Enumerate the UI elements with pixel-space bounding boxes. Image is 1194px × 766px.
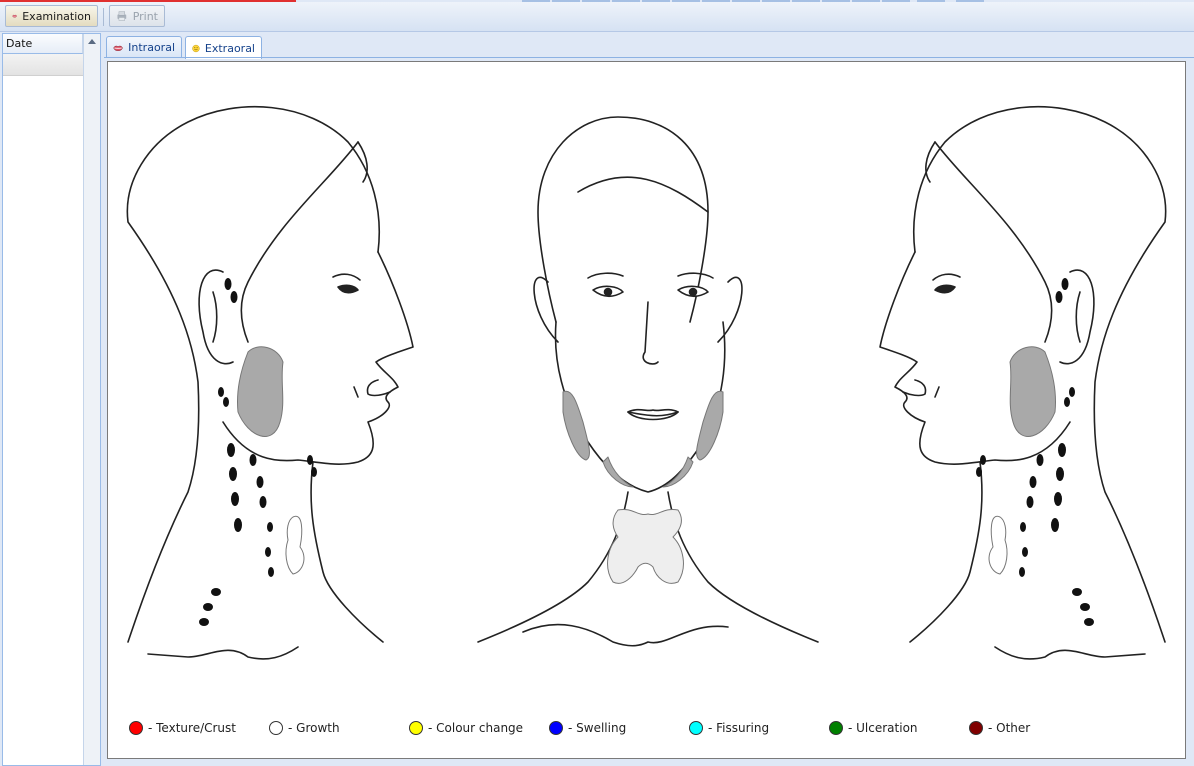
color-swatch [129,721,143,735]
legend-label: - Swelling [568,721,627,735]
extraoral-panel: - Texture/Crust - Growth - Colour change… [107,61,1186,759]
lips-icon [12,14,18,18]
color-swatch [969,721,983,735]
tab-intraoral-label: Intraoral [128,41,175,54]
toolbar: Examination Print [0,2,1194,32]
right-profile-lymph-nodes [976,278,1094,626]
color-swatch [829,721,843,735]
smiley-icon [192,44,200,52]
legend-item-growth[interactable]: - Growth [269,721,340,735]
head-neck-diagram[interactable] [108,62,1185,712]
legend-label: - Growth [288,721,340,735]
legend-label: - Colour change [428,721,524,735]
examination-label: Examination [22,9,91,23]
legend-item-fissuring[interactable]: - Fissuring [689,721,769,735]
legend-label: - Ulceration [848,721,918,735]
legend-item-texture-crust[interactable]: - Texture/Crust [129,721,236,735]
tab-extraoral[interactable]: Extraoral [185,36,262,59]
legend-item-swelling[interactable]: - Swelling [549,721,626,735]
legend-label: - Fissuring [708,721,770,735]
tab-extraoral-label: Extraoral [204,41,255,55]
print-button[interactable]: Print [109,5,165,27]
date-list-pane: Date [2,33,101,766]
legend-item-other[interactable]: - Other [969,721,1030,735]
color-swatch [409,721,423,735]
vertical-scrollbar[interactable] [83,34,100,765]
examination-button[interactable]: Examination [5,5,98,27]
legend-item-colour-change[interactable]: - Colour change [409,721,523,735]
color-swatch [269,721,283,735]
scroll-up-icon[interactable] [88,39,96,44]
toolbar-separator [103,8,104,26]
left-profile-lymph-nodes [199,278,317,626]
legend-label: - Texture/Crust [148,721,236,735]
date-column-header[interactable]: Date [3,34,83,54]
front-face-glands [562,390,724,584]
printer-icon [117,11,127,21]
color-swatch [549,721,563,735]
tab-strip-border [104,57,1194,58]
front-face [477,116,819,647]
legend-label: - Other [988,721,1031,735]
lips-icon [113,45,123,51]
list-item[interactable] [3,54,83,76]
print-label: Print [132,9,158,23]
legend-item-ulceration[interactable]: - Ulceration [829,721,918,735]
tab-intraoral[interactable]: Intraoral [106,36,182,58]
legend: - Texture/Crust - Growth - Colour change… [108,721,1185,743]
color-swatch [689,721,703,735]
